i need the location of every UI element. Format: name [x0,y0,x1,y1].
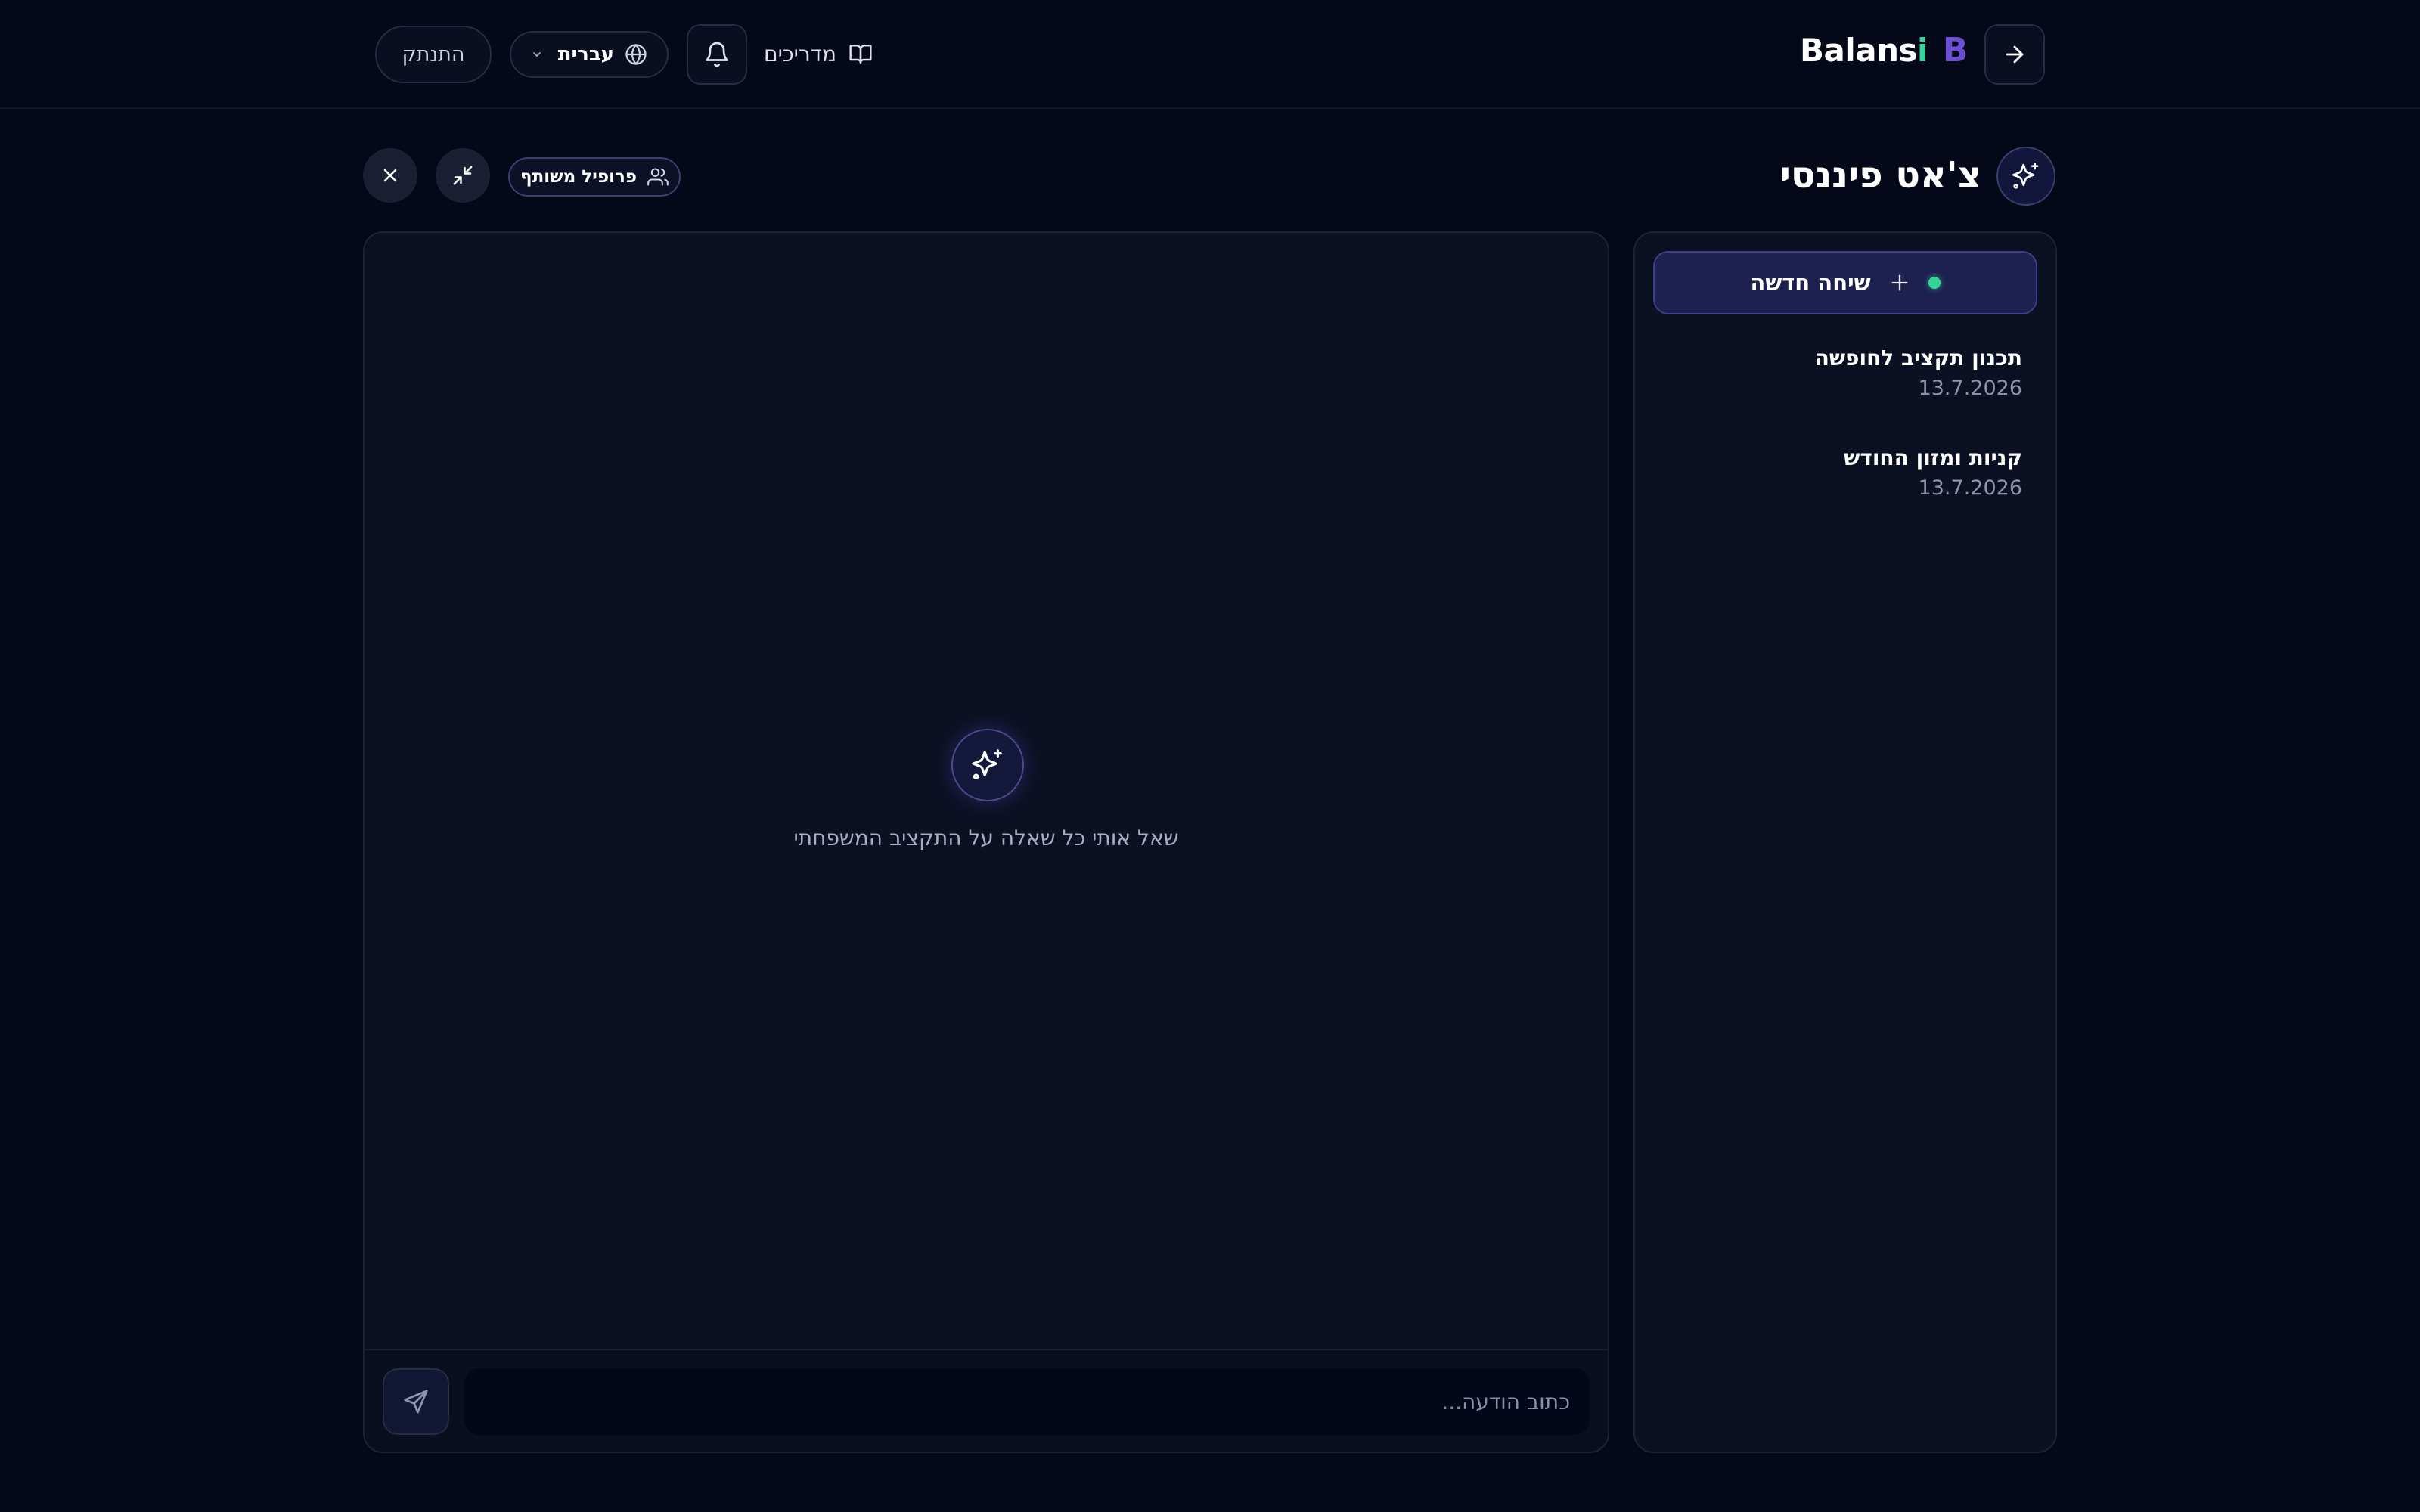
close-icon [380,165,401,186]
chat-panel: שאל אותי כל שאלה על התקציב המשפחתי [363,231,1609,1453]
conversation-title: קניות ומזון החודש [1844,445,2022,470]
language-label: עברית [557,43,614,66]
minimize-chat-button[interactable] [436,148,490,203]
users-icon [647,166,669,187]
conversations-sidebar: שיחה חדשה תכנון תקציב לחופשה 13.7.2026 ק… [1634,231,2057,1453]
arrow-right-icon [2002,42,2028,67]
empty-state-badge [951,729,1024,801]
new-chat-button[interactable]: שיחה חדשה [1653,251,2037,314]
bell-icon [703,41,731,68]
sparkles-icon [970,748,1005,782]
globe-icon [625,43,647,66]
chevron-down-icon [531,48,543,60]
status-dot [1928,277,1941,289]
page-title: צ'אט פיננסי [1779,154,1981,197]
conversation-date: 13.7.2026 [1918,476,2022,500]
chat-title-badge [1996,147,2055,206]
new-chat-label: שיחה חדשה [1750,270,1871,296]
send-icon [402,1387,430,1416]
close-chat-button[interactable] [363,148,417,203]
logout-button[interactable]: התנתק [375,26,492,83]
guides-link[interactable]: מדריכים [764,36,873,71]
book-open-icon [849,42,873,66]
plus-icon [1889,272,1910,293]
conversation-date: 13.7.2026 [1918,376,2022,400]
shared-profile-badge[interactable]: פרופיל משותף [508,157,681,197]
guides-label: מדריכים [764,41,837,67]
conversation-item[interactable]: תכנון תקציב לחופשה 13.7.2026 [1653,343,2037,426]
minimize-icon [451,164,474,187]
brand-logo-icon: B [1942,30,1969,70]
send-button[interactable] [383,1368,449,1435]
conversation-item[interactable]: קניות ומזון החודש 13.7.2026 [1653,443,2037,526]
message-composer [365,1349,1608,1452]
brand[interactable]: Balansi B [1800,27,1968,73]
sparkles-icon [2011,161,2041,191]
notifications-button[interactable] [687,24,747,85]
language-select[interactable]: עברית [510,31,669,78]
brand-name: Balansi [1800,31,1928,69]
conversation-title: תכנון תקציב לחופשה [1814,345,2022,370]
message-input[interactable] [464,1368,1590,1435]
shared-profile-label: פרופיל משותף [520,167,637,187]
empty-state-text: שאל אותי כל שאלה על התקציב המשפחתי [793,826,1179,850]
back-button[interactable] [1984,24,2045,85]
top-bar: התנתק עברית מדריכים Balansi B [0,0,2420,109]
